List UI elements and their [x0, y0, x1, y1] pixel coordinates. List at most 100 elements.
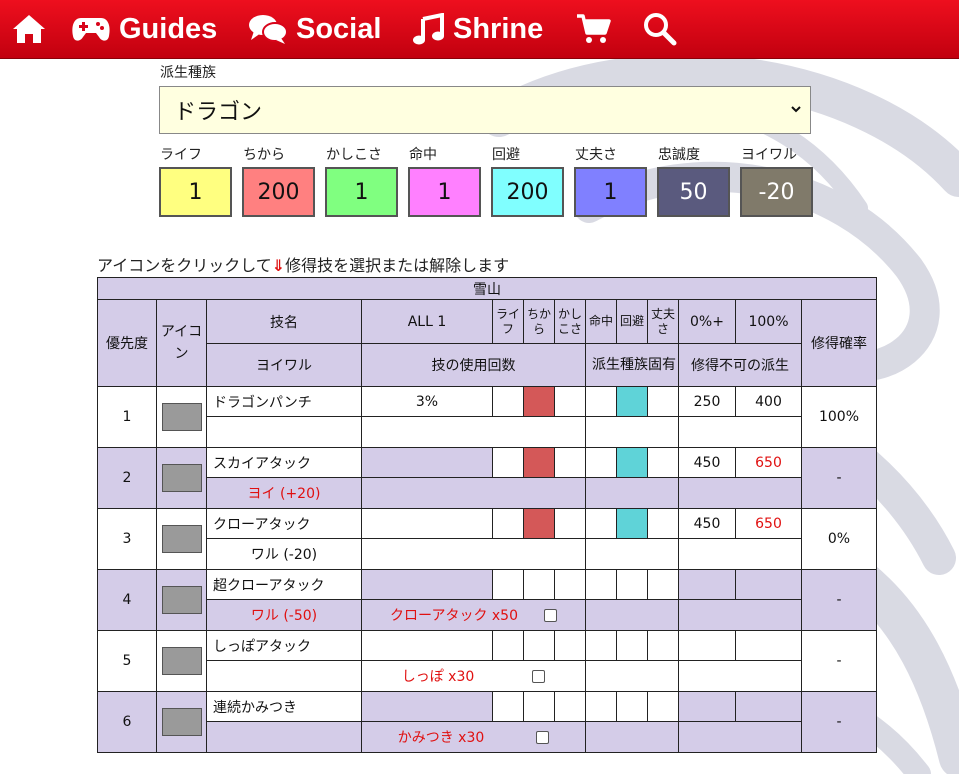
- header-priority: 優先度: [97, 299, 157, 387]
- skill-icon-button[interactable]: [156, 630, 207, 692]
- header-evasion: 回避: [616, 299, 648, 344]
- home-icon: [13, 15, 45, 43]
- stat-cell: [523, 569, 555, 600]
- header-power: ちから: [523, 299, 555, 344]
- skill-icon-button[interactable]: [156, 508, 207, 570]
- super-claw-attack-icon: [161, 586, 202, 614]
- claw-attack-icon: [161, 525, 202, 553]
- stat-label-loyalty: 忠誠度: [658, 147, 700, 163]
- stat-cell: [585, 508, 617, 539]
- alignment-cell: ワル (-20): [206, 538, 362, 570]
- header-pct0: 0%+: [678, 299, 736, 344]
- top-nav-bar: Guides Social Shrine: [0, 0, 959, 58]
- skill-all-value: [361, 630, 493, 661]
- usage-checkbox[interactable]: [532, 669, 546, 683]
- stat-input-accuracy[interactable]: 1: [408, 167, 481, 217]
- not-learnable-cell: [678, 599, 802, 631]
- learn-rate: -: [801, 447, 877, 509]
- chevron-down-icon: [791, 106, 801, 113]
- stat-cell: [647, 447, 679, 478]
- value-0pct: 450: [678, 447, 736, 478]
- not-learnable-cell: [678, 721, 802, 753]
- search-nav-link[interactable]: [643, 0, 677, 58]
- stat-input-alignment[interactable]: -20: [740, 167, 813, 217]
- stat-cell: [554, 386, 586, 417]
- usage-cell: かみつき x30: [361, 721, 586, 753]
- stat-cell: [554, 447, 586, 478]
- alignment-cell: [206, 416, 362, 448]
- stat-label-evasion: 回避: [492, 147, 520, 163]
- skill-icon-button[interactable]: [156, 569, 207, 631]
- shrine-nav-label: Shrine: [453, 12, 544, 45]
- skill-name: クローアタック: [206, 508, 362, 539]
- header-alignment: ヨイワル: [206, 343, 362, 387]
- header-pct100: 100%: [735, 299, 802, 344]
- value-0pct: [678, 691, 736, 722]
- stat-cell: [492, 447, 524, 478]
- social-nav-link[interactable]: Social: [248, 0, 381, 58]
- value-100pct: [735, 630, 802, 661]
- tail-attack-icon: [161, 647, 202, 675]
- usage-checkbox[interactable]: [544, 608, 557, 622]
- header-not-learnable: 修得不可の派生: [678, 343, 802, 387]
- stat-cell: [492, 691, 524, 722]
- sky-attack-icon: [161, 464, 202, 492]
- usage-checkbox[interactable]: [536, 730, 550, 744]
- stat-input-loyalty[interactable]: 50: [657, 167, 730, 217]
- header-name: 技名: [206, 299, 362, 344]
- chat-icon: [249, 15, 288, 44]
- evasion-mark-cell: [616, 508, 648, 539]
- stat-cell: [492, 569, 524, 600]
- learn-rate: 100%: [801, 386, 877, 448]
- stat-input-life[interactable]: 1: [159, 167, 232, 217]
- stat-input-toughness[interactable]: 1: [574, 167, 647, 217]
- skill-name: しっぽアタック: [206, 630, 362, 661]
- stat-cell: [585, 386, 617, 417]
- stat-input-power[interactable]: 200: [242, 167, 315, 217]
- species-unique-cell: [585, 721, 679, 753]
- header-wisdom: かしこさ: [554, 299, 586, 344]
- stat-cell: [554, 691, 586, 722]
- skill-all-value: [361, 569, 493, 600]
- skill-icon-button[interactable]: [156, 691, 207, 753]
- skill-icon-button[interactable]: [156, 386, 207, 448]
- skill-icon-button[interactable]: [156, 447, 207, 509]
- not-learnable-cell: [678, 416, 802, 448]
- row-priority: 2: [97, 447, 157, 509]
- power-mark-cell: [523, 508, 555, 539]
- skill-all-value: [361, 508, 493, 539]
- stat-label-power: ちから: [243, 147, 285, 163]
- value-100pct: 650: [735, 508, 802, 539]
- instruction-before: アイコンをクリックして: [97, 256, 272, 275]
- stat-input-wisdom[interactable]: 1: [325, 167, 398, 217]
- header-icon: アイコン: [156, 299, 207, 387]
- value-100pct: 650: [735, 447, 802, 478]
- value-0pct: 250: [678, 386, 736, 417]
- stat-input-evasion[interactable]: 200: [491, 167, 564, 217]
- consecutive-bite-icon: [161, 708, 202, 736]
- learn-rate: -: [801, 630, 877, 692]
- table-title: 雪山: [97, 277, 877, 300]
- learn-rate: -: [801, 569, 877, 631]
- cart-icon: [577, 14, 611, 43]
- stat-cell: [492, 508, 524, 539]
- usage-cell: クローアタック x50: [361, 599, 586, 631]
- cart-nav-link[interactable]: [576, 0, 612, 58]
- species-unique-cell: [585, 599, 679, 631]
- evasion-mark-cell: [616, 386, 648, 417]
- power-mark-cell: [523, 447, 555, 478]
- guides-nav-link[interactable]: Guides: [71, 0, 217, 58]
- music-note-icon: [413, 13, 444, 45]
- stat-cell: [616, 569, 648, 600]
- home-nav-link[interactable]: [11, 0, 47, 58]
- header-rate: 修得確率: [801, 299, 877, 387]
- row-priority: 6: [97, 691, 157, 753]
- table-row: 3 クローアタック 450 650 0%: [97, 508, 877, 570]
- species-select-value: ドラゴン: [174, 100, 263, 125]
- shrine-nav-link[interactable]: Shrine: [413, 0, 543, 58]
- table-row: 6 連続かみつき -: [97, 691, 877, 753]
- species-select[interactable]: ドラゴン: [159, 86, 811, 134]
- header-accuracy: 命中: [585, 299, 617, 344]
- skill-name: スカイアタック: [206, 447, 362, 478]
- evasion-mark-cell: [616, 447, 648, 478]
